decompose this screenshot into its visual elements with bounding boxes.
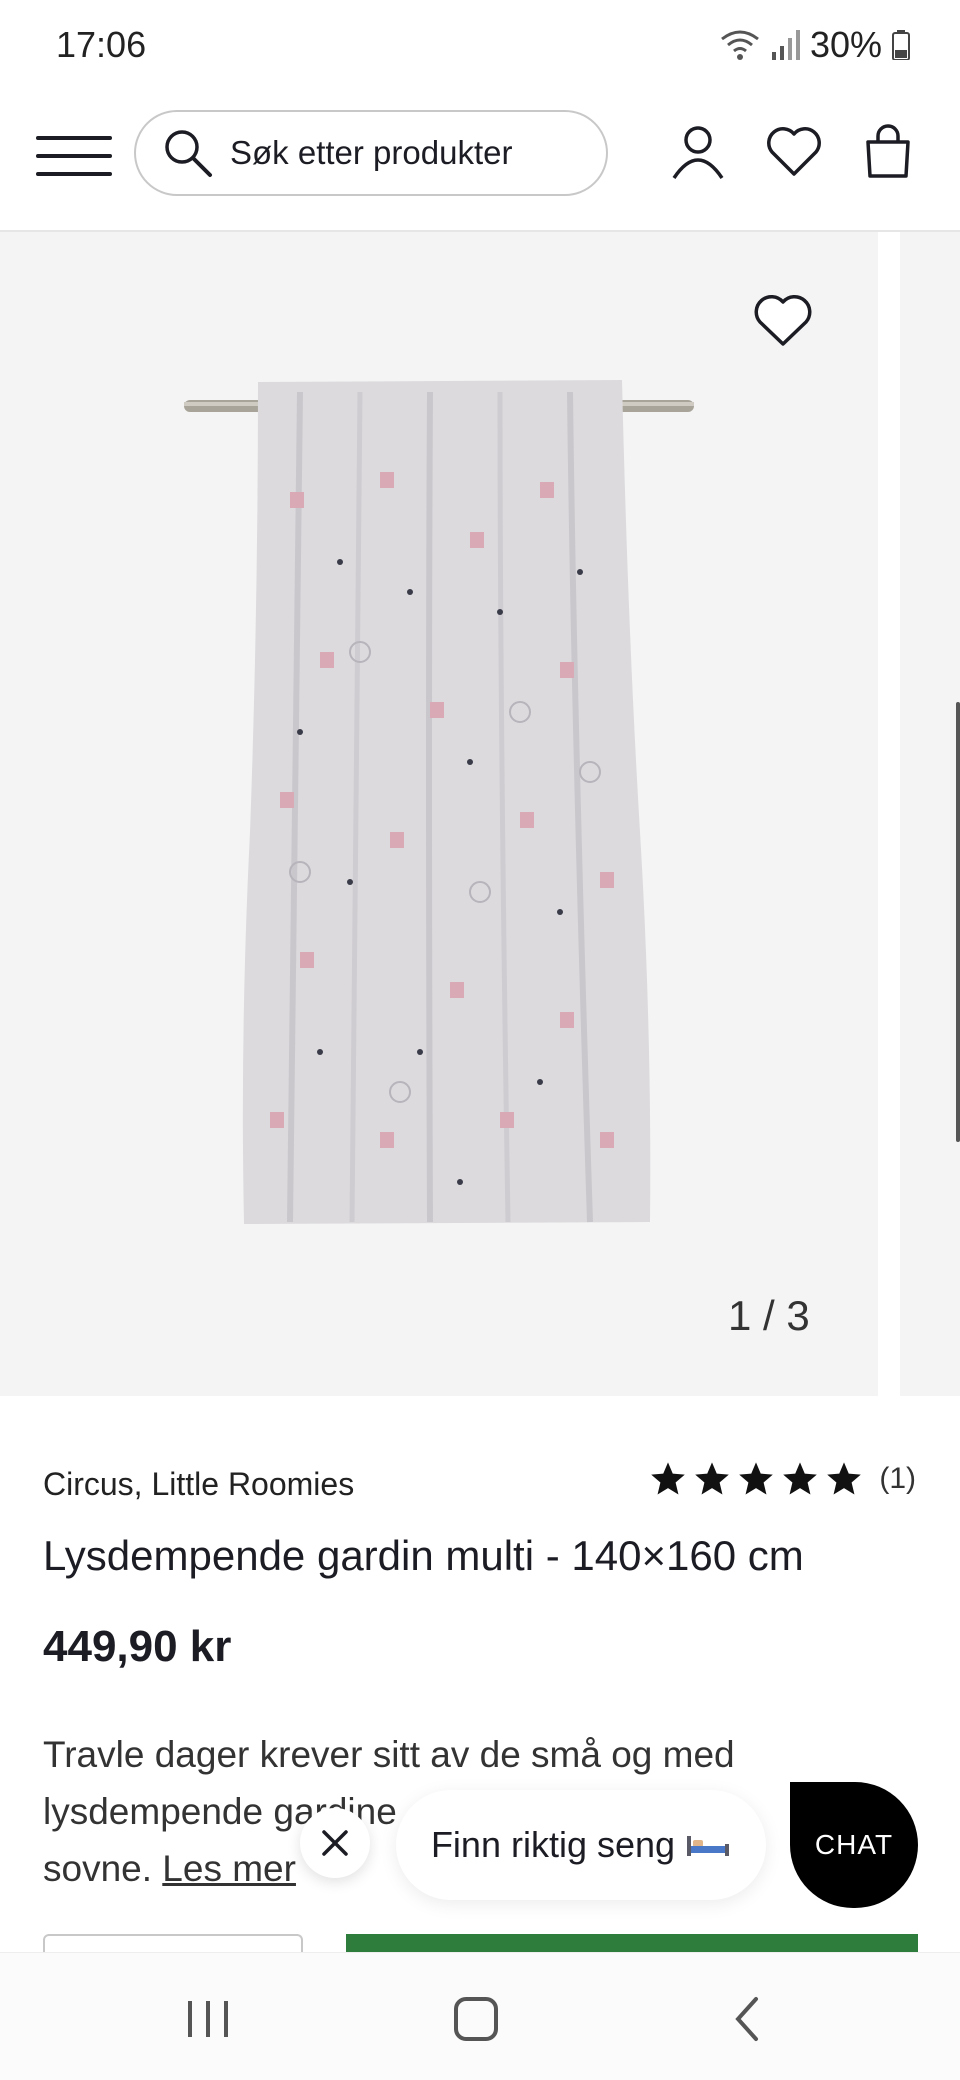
wifi-icon [721,30,759,60]
search-placeholder: Søk etter produkter [230,134,513,171]
chat-button[interactable]: CHAT [790,1782,918,1908]
star-icon [695,1462,730,1495]
site-header: Søk etter produkter [0,92,960,232]
product-price: 449,90 kr [43,1622,232,1671]
curtain-image [184,380,694,1224]
cart-icon[interactable] [858,122,918,182]
product-gallery[interactable]: 1 / 3 [0,232,960,1396]
add-to-cart-button[interactable] [346,1934,918,1952]
close-icon [322,1830,348,1856]
recent-apps-icon[interactable] [180,1991,236,2047]
find-bed-label: Finn riktig seng [430,1824,676,1865]
close-chat-prompt-button[interactable] [300,1808,370,1878]
search-input[interactable]: Søk etter produkter [134,110,608,196]
product-rating[interactable]: (1) [649,1460,916,1498]
next-slide-edge [956,702,960,1142]
status-time: 17:06 [56,24,147,65]
bed-icon [687,1836,730,1856]
quantity-selector[interactable] [43,1934,303,1954]
account-icon[interactable] [668,122,728,182]
system-nav-bar [0,1952,960,2080]
home-icon[interactable] [448,1991,504,2047]
battery-percent: 30% [809,24,882,65]
menu-icon [36,136,112,140]
read-more-link[interactable]: Les mer [162,1848,296,1889]
star-icon [827,1462,862,1495]
signal-icon [771,30,800,60]
battery-icon [892,30,910,60]
description-line-3-text: sovne. [43,1848,153,1889]
product-brand[interactable]: Circus, Little Roomies [43,1466,354,1503]
search-icon [165,130,212,177]
find-bed-prompt[interactable]: Finn riktig seng [396,1790,766,1900]
star-icon [783,1462,818,1495]
favorite-heart-icon[interactable] [752,292,814,348]
status-indicators: 30% [720,24,910,66]
status-bar: 17:06 30% [0,0,960,92]
star-icon [739,1462,774,1495]
product-title: Lysdempende gardin multi - 140×160 cm [43,1532,804,1579]
gallery-counter: 1 / 3 [728,1292,810,1339]
star-icon [651,1462,686,1495]
back-icon[interactable] [720,1991,776,2047]
menu-button[interactable] [36,128,116,184]
product-image-slide[interactable]: 1 / 3 [0,232,878,1396]
next-slide-preview[interactable] [900,232,960,1396]
wishlist-icon[interactable] [764,122,824,182]
description-line-1: Travle dager krever sitt av de små og me… [43,1734,735,1775]
rating-count: (1) [879,1462,916,1495]
